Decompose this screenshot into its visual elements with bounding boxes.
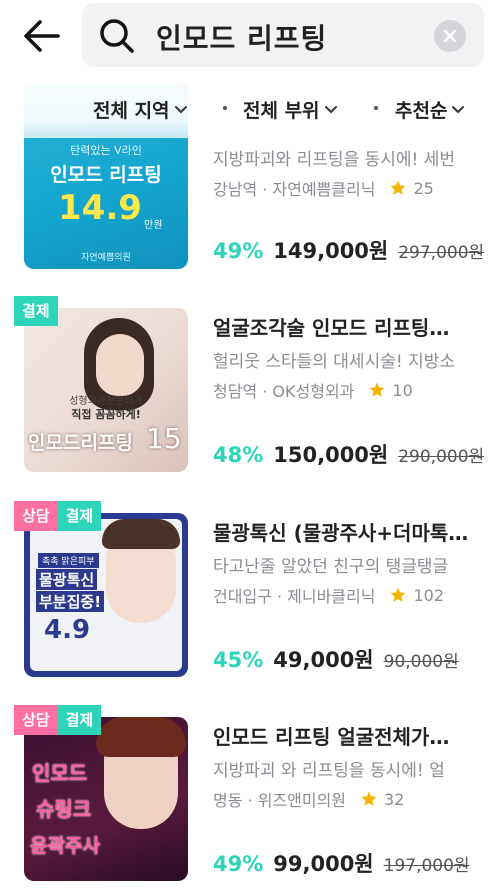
thumb-line2: 직접 꼼꼼하게! bbox=[71, 408, 141, 421]
item-price-row: 45% 49,000원 90,000원 bbox=[213, 644, 459, 674]
consult-badge: 상담 bbox=[14, 501, 58, 531]
sort-order-label: 추천순 bbox=[395, 100, 448, 122]
item-original-price: 297,000원 bbox=[398, 243, 485, 263]
search-input[interactable]: 인모드 리프팅 bbox=[82, 3, 484, 67]
thumb-line1: 물광톡신 bbox=[36, 569, 98, 590]
item-location: 건대입구 · 제니바클리닉 bbox=[213, 587, 376, 606]
thumb-line3: 윤곽주사 bbox=[30, 835, 100, 857]
item-thumbnail: 성형외과전문의가 직접 꼼꼼하게! 인모드리프팅 15 bbox=[24, 308, 188, 472]
chevron-down-icon bbox=[452, 105, 465, 113]
item-price: 99,000원 bbox=[273, 852, 374, 876]
search-query-text: 인모드 리프팅 bbox=[156, 22, 328, 55]
item-discount: 49% bbox=[213, 852, 264, 876]
thumb-line1: 성형외과전문의가 bbox=[69, 396, 143, 407]
item-discount: 45% bbox=[213, 648, 264, 672]
clear-icon bbox=[443, 29, 457, 43]
chevron-down-icon bbox=[174, 105, 187, 113]
item-discount: 48% bbox=[213, 443, 264, 467]
chevron-down-icon bbox=[324, 105, 337, 113]
top-bar: 인모드 리프팅 bbox=[0, 0, 497, 80]
item-price-row: 48% 150,000원 290,000원 bbox=[213, 439, 484, 469]
item-original-price: 90,000원 bbox=[383, 652, 459, 672]
item-description: 헐리웃 스타들의 대세시술! 지방소 bbox=[213, 352, 455, 372]
filter-separator bbox=[374, 106, 378, 110]
thumb-price: 4.9 bbox=[44, 615, 91, 645]
item-discount: 49% bbox=[213, 239, 264, 263]
filter-body-part-label: 전체 부위 bbox=[243, 100, 320, 122]
item-title: 인모드 리프팅 얼굴전체가… bbox=[213, 725, 450, 749]
thumb-title: 인모드 리프팅 bbox=[50, 164, 162, 186]
item-price: 150,000원 bbox=[273, 443, 389, 467]
badge-row: 상담 결제 bbox=[14, 501, 102, 531]
search-icon bbox=[100, 19, 134, 53]
list-item[interactable]: 상담 결제 인모드 슈링크 윤곽주사 인모드 리프팅 얼굴전체가… 지방파괴 와… bbox=[0, 705, 497, 889]
payment-badge: 결제 bbox=[14, 296, 58, 326]
item-price-row: 49% 149,000원 297,000원 bbox=[213, 235, 484, 265]
item-title: 물광톡신 (물광주사+더마톡… bbox=[213, 521, 469, 545]
item-location: 명동 · 위즈앤미의원 bbox=[213, 791, 347, 810]
back-arrow-icon bbox=[24, 20, 60, 52]
filter-body-part[interactable]: 전체 부위 bbox=[243, 96, 339, 123]
item-price: 49,000원 bbox=[273, 648, 374, 672]
badge-row: 결제 bbox=[14, 296, 58, 326]
item-description: 지방파괴 와 리프팅을 동시에! 얼 bbox=[213, 761, 445, 781]
item-original-price: 197,000원 bbox=[383, 856, 470, 876]
back-button[interactable] bbox=[20, 14, 64, 58]
item-meta: 강남역 · 자연예쁨클리닉 25 bbox=[213, 176, 434, 200]
item-title: 얼굴조각술 인모드 리프팅… bbox=[213, 316, 450, 340]
item-original-price: 290,000원 bbox=[398, 447, 485, 467]
filter-separator bbox=[223, 106, 227, 110]
payment-badge: 결제 bbox=[57, 705, 102, 735]
payment-badge: 결제 bbox=[57, 501, 102, 531]
star-icon bbox=[390, 587, 406, 602]
item-price: 149,000원 bbox=[273, 239, 389, 263]
item-location: 강남역 · 자연예쁨클리닉 bbox=[213, 180, 376, 199]
item-rating: 102 bbox=[413, 585, 445, 605]
thumb-line2: 부분집중! bbox=[36, 591, 105, 612]
thumb-caption: 탄력있는 V라인 bbox=[70, 144, 142, 157]
star-icon bbox=[369, 382, 385, 397]
thumb-caption: 촉촉 맑은피부 bbox=[38, 553, 99, 568]
item-thumbnail: 인모드 슈링크 윤곽주사 bbox=[24, 717, 188, 881]
item-meta: 청담역 · OK성형외과 10 bbox=[213, 378, 413, 402]
item-meta: 건대입구 · 제니바클리닉 102 bbox=[213, 583, 444, 607]
badge-row: 상담 결제 bbox=[14, 705, 102, 735]
star-icon bbox=[390, 180, 406, 195]
item-rating: 32 bbox=[384, 789, 405, 809]
item-location: 청담역 · OK성형외과 bbox=[213, 382, 355, 401]
item-meta: 명동 · 위즈앤미의원 32 bbox=[213, 787, 404, 811]
item-rating: 25 bbox=[413, 178, 434, 198]
star-icon bbox=[361, 791, 377, 806]
thumb-clinic: 자연예쁨의원 bbox=[81, 253, 131, 263]
thumb-title: 인모드리프팅 bbox=[28, 432, 133, 454]
list-item[interactable]: 상담 결제 촉촉 맑은피부 물광톡신 부분집중! 4.9 물광톡신 (물광주사+… bbox=[0, 501, 497, 701]
thumb-price: 14.9 bbox=[58, 188, 142, 228]
thumb-unit: 만원 bbox=[144, 220, 163, 231]
filter-region[interactable]: 전체 지역 bbox=[93, 96, 189, 123]
filter-bar: 전체 지역 전체 부위 추천순 bbox=[0, 80, 497, 138]
filter-region-label: 전체 지역 bbox=[93, 100, 170, 122]
item-thumbnail: 촉촉 맑은피부 물광톡신 부분집중! 4.9 bbox=[24, 513, 188, 677]
clear-search-button[interactable] bbox=[434, 20, 466, 52]
thumb-line1: 인모드 bbox=[32, 761, 88, 785]
list-item[interactable]: 결제 성형외과전문의가 직접 꼼꼼하게! 인모드리프팅 15 얼굴조각술 인모드… bbox=[0, 296, 497, 496]
consult-badge: 상담 bbox=[14, 705, 58, 735]
item-price-row: 49% 99,000원 197,000원 bbox=[213, 848, 470, 878]
thumb-line2: 슈링크 bbox=[36, 797, 92, 821]
item-description: 지방파괴와 리프팅을 동시에! 세번 bbox=[213, 150, 455, 170]
item-rating: 10 bbox=[392, 380, 413, 400]
thumb-price: 15 bbox=[146, 422, 182, 455]
sort-order[interactable]: 추천순 bbox=[395, 96, 466, 123]
item-description: 타고난줄 알았던 친구의 탱글탱글 bbox=[213, 557, 449, 577]
